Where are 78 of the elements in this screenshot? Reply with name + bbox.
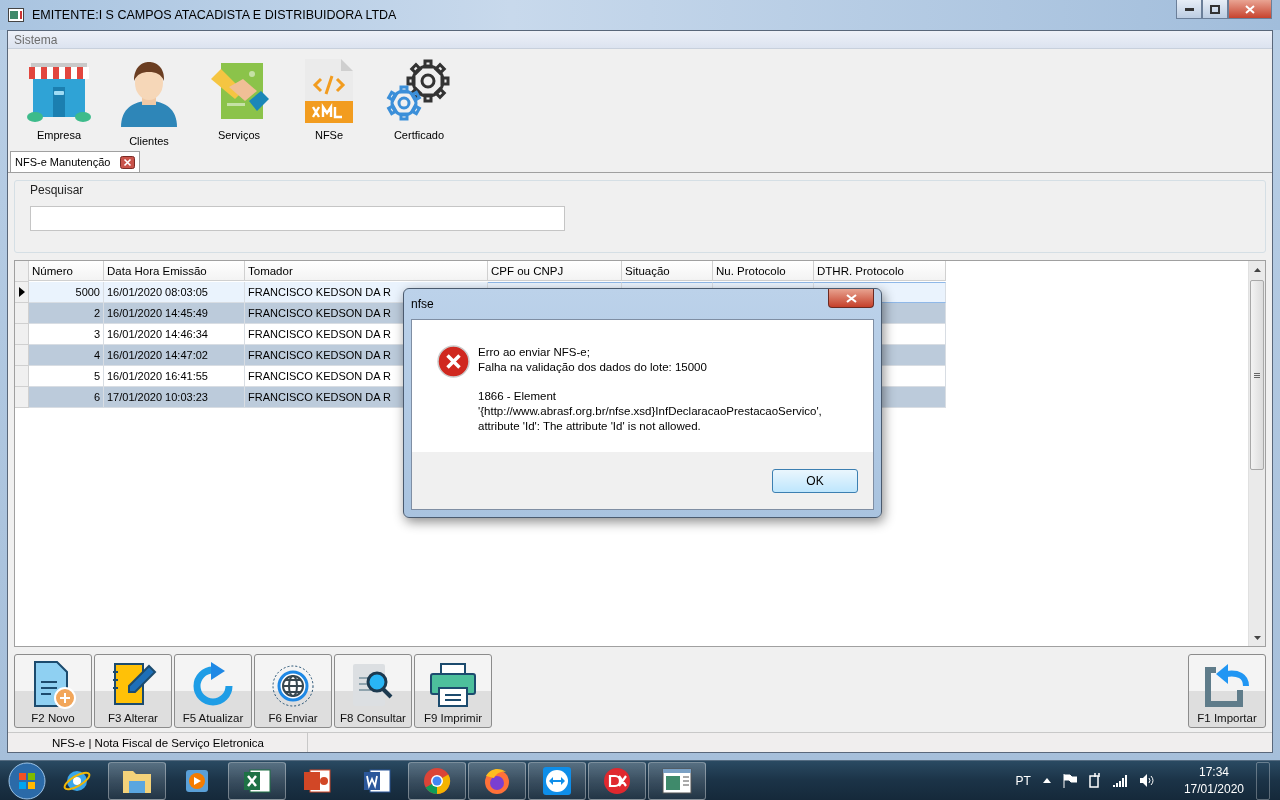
- toolbar-label: Serviços: [217, 129, 261, 141]
- action-button[interactable]: F3 Alterar: [94, 654, 172, 728]
- toolbar-button[interactable]: Serviços: [194, 57, 284, 147]
- toolbar-button[interactable]: Empresa: [14, 57, 104, 147]
- table-cell: 16/01/2020 14:45:49: [104, 303, 245, 324]
- scroll-up-icon[interactable]: [1253, 267, 1261, 272]
- toolbar-button[interactable]: Certficado: [374, 57, 464, 147]
- close-button[interactable]: [1228, 0, 1272, 19]
- header-corner: [15, 261, 29, 282]
- app-window-icon[interactable]: [662, 767, 692, 794]
- action-button[interactable]: F9 Imprimir: [414, 654, 492, 728]
- clock-time[interactable]: 17:34: [1198, 765, 1229, 779]
- maximize-icon: [1210, 4, 1220, 14]
- chrome-icon[interactable]: [422, 765, 452, 796]
- maximize-button[interactable]: [1202, 0, 1228, 19]
- ok-button[interactable]: OK: [772, 468, 858, 493]
- table-cell: 5000: [29, 282, 104, 303]
- power-plug-icon[interactable]: [1088, 773, 1101, 788]
- vertical-scrollbar[interactable]: [1248, 261, 1265, 646]
- action-button[interactable]: F6 Enviar: [254, 654, 332, 728]
- column-header[interactable]: Data Hora Emissão: [104, 261, 245, 281]
- search-field[interactable]: [30, 206, 565, 231]
- signal-icon[interactable]: [1112, 774, 1127, 787]
- status-text: NFS-e | Nota Fiscal de Serviço Eletronica: [8, 733, 308, 752]
- import-button[interactable]: F1 Importar: [1188, 654, 1266, 728]
- document-icon[interactable]: [362, 766, 392, 795]
- table-cell: 16/01/2020 14:47:02: [104, 345, 245, 366]
- clock-date[interactable]: 17/01/2020: [1183, 782, 1244, 796]
- scroll-down-icon[interactable]: [1253, 635, 1261, 640]
- toolbar-label: Clientes: [129, 135, 169, 147]
- spreadsheet-icon[interactable]: [242, 766, 272, 795]
- minimize-icon: [1184, 7, 1194, 11]
- flag-icon[interactable]: [1062, 773, 1077, 788]
- toolbar-label: NFSe: [314, 129, 344, 141]
- minimize-button[interactable]: [1176, 0, 1202, 19]
- column-header[interactable]: Tomador: [245, 261, 488, 281]
- toolbar-label: Empresa: [37, 129, 81, 141]
- row-pointer-icon: [18, 287, 25, 297]
- table-cell: 16/01/2020 08:03:05: [104, 282, 245, 303]
- group-title: Pesquisar: [30, 183, 85, 197]
- close-icon[interactable]: [120, 155, 136, 169]
- column-header[interactable]: Nu. Protocolo: [713, 261, 814, 281]
- tab[interactable]: NFS-e Manutenção: [10, 151, 141, 172]
- row-indicator[interactable]: [15, 282, 29, 303]
- table-cell: 16/01/2020 14:46:34: [104, 324, 245, 345]
- start-orb-icon[interactable]: [8, 761, 46, 800]
- caret-up-icon[interactable]: [1042, 778, 1051, 783]
- action-button[interactable]: F5 Atualizar: [174, 654, 252, 728]
- circle-logo-icon[interactable]: [602, 765, 632, 796]
- action-button[interactable]: F8 Consultar: [334, 654, 412, 728]
- toolbar-button[interactable]: NFSe: [284, 57, 374, 147]
- table-cell: 2: [29, 303, 104, 324]
- language-indicator[interactable]: PT: [1015, 773, 1031, 788]
- window-title: EMITENTE:I S CAMPOS ATACADISTA E DISTRIBUIDORA LTDA: [32, 8, 398, 22]
- column-header[interactable]: Número: [29, 261, 104, 281]
- toolbar-button[interactable]: Clientes: [104, 57, 194, 147]
- table-cell: 4: [29, 345, 104, 366]
- column-header[interactable]: Situação: [622, 261, 713, 281]
- table-cell: 6: [29, 387, 104, 408]
- error-icon: [437, 345, 470, 378]
- table-cell: 16/01/2020 16:41:55: [104, 366, 245, 387]
- toolbar-label: Certficado: [393, 129, 445, 141]
- table-cell: 3: [29, 324, 104, 345]
- presentation-icon[interactable]: [302, 766, 332, 795]
- table-cell: 17/01/2020 10:03:23: [104, 387, 245, 408]
- column-header[interactable]: CPF ou CNPJ: [488, 261, 622, 281]
- column-header[interactable]: DTHR. Protocolo: [814, 261, 946, 281]
- show-desktop-button[interactable]: [1256, 761, 1270, 800]
- dialog-close-button[interactable]: [828, 289, 874, 308]
- speaker-icon[interactable]: [1138, 774, 1154, 787]
- table-cell: 5: [29, 366, 104, 387]
- action-button[interactable]: F2 Novo: [14, 654, 92, 728]
- printer-icon: [427, 660, 479, 710]
- close-icon: [845, 293, 857, 303]
- app-window-icon: [8, 8, 24, 22]
- menu-item[interactable]: Sistema: [14, 32, 58, 47]
- close-icon: [1245, 4, 1255, 14]
- grip-icon: [1254, 372, 1260, 378]
